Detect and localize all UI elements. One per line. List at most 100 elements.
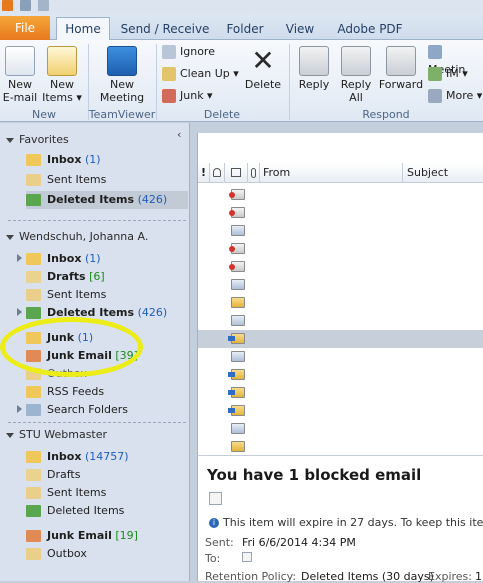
new-items-button[interactable]: New Items ▾ — [40, 46, 84, 104]
folder-sent-items-stu[interactable]: Sent Items — [26, 484, 106, 502]
retention-label: Retention Policy: — [205, 570, 297, 583]
paperclip-icon — [251, 168, 256, 178]
table-row[interactable] — [198, 294, 483, 312]
more-button[interactable]: More ▾ — [428, 87, 482, 105]
table-row[interactable] — [198, 384, 483, 402]
tab-send-receive[interactable]: Send / Receive — [120, 18, 210, 40]
expand-arrow-icon[interactable] — [17, 254, 22, 262]
new-meeting-button[interactable]: New Meeting — [92, 46, 152, 104]
sent-folder-icon — [26, 289, 41, 301]
recycle-folder-icon — [26, 194, 41, 206]
folder-junk-email-stu[interactable]: Junk Email [19] — [26, 527, 138, 545]
folder-outbox-stu[interactable]: Outbox — [26, 545, 87, 563]
tab-view[interactable]: View — [280, 18, 320, 40]
column-reminder[interactable] — [210, 163, 225, 183]
save-icon[interactable] — [20, 0, 31, 11]
favorite-sent-items[interactable]: Sent Items — [26, 171, 106, 189]
group-respond-label: Respond — [362, 108, 410, 121]
to-label: To: — [205, 552, 221, 565]
favorite-inbox[interactable]: Inbox (1) — [26, 151, 101, 169]
column-subject[interactable]: Subject — [403, 163, 483, 183]
table-row[interactable] — [198, 402, 483, 420]
favorite-deleted-items[interactable]: Deleted Items (426) — [26, 191, 188, 209]
tab-home[interactable]: Home — [56, 17, 110, 41]
folder-drafts-stu[interactable]: Drafts — [26, 466, 80, 484]
table-row[interactable] — [198, 204, 483, 222]
column-icon[interactable] — [225, 163, 248, 183]
inbox-folder-icon — [26, 451, 41, 463]
table-row[interactable] — [198, 420, 483, 438]
select-checkbox[interactable] — [209, 492, 222, 505]
meeting-button[interactable]: Meetin — [428, 43, 483, 76]
table-row[interactable] — [198, 312, 483, 330]
new-items-icon — [47, 46, 77, 76]
folder-search-folders[interactable]: Search Folders — [26, 401, 128, 419]
folder-inbox[interactable]: Inbox (1) — [26, 250, 101, 268]
divider — [8, 220, 186, 221]
table-row[interactable] — [198, 348, 483, 366]
unread-count: (1) — [84, 153, 101, 166]
expires-label: Expires: — [428, 570, 472, 583]
undo-icon[interactable] — [38, 0, 49, 11]
tab-file[interactable]: File — [0, 16, 50, 40]
reply-button[interactable]: Reply — [294, 46, 334, 91]
junk-icon — [162, 89, 176, 103]
expires-value: 15 — [475, 570, 483, 583]
ribbon-tabs: File Home Send / Receive Folder View Ado… — [0, 14, 483, 41]
folder-inbox-stu[interactable]: Inbox (14757) — [26, 448, 129, 466]
expand-arrow-icon[interactable] — [17, 308, 22, 316]
im-button[interactable]: IM ▾ — [428, 65, 468, 83]
junk-button[interactable]: Junk ▾ — [162, 87, 213, 105]
column-importance[interactable]: ! — [198, 163, 210, 183]
folder-sent-items[interactable]: Sent Items — [26, 286, 106, 304]
account-name: STU Webmaster — [19, 428, 108, 441]
expand-arrow-icon[interactable] — [17, 405, 22, 413]
table-row[interactable] — [198, 258, 483, 276]
ignore-button[interactable]: Ignore — [162, 43, 215, 61]
new-items-label-2: Items — [42, 91, 73, 104]
table-row[interactable] — [198, 222, 483, 240]
highlight-circle — [0, 317, 143, 377]
outlook-logo-icon — [2, 0, 13, 11]
to-checkbox[interactable] — [242, 552, 252, 562]
table-row[interactable] — [198, 276, 483, 294]
column-attachment[interactable] — [248, 163, 260, 183]
account-header-wendschuh[interactable]: Wendschuh, Johanna A. — [6, 228, 148, 246]
sent-value: Fri 6/6/2014 4:34 PM — [242, 536, 356, 549]
clean-up-button[interactable]: Clean Up ▾ — [162, 65, 239, 83]
rss-folder-icon — [26, 386, 41, 398]
sent-label: Sent: — [205, 536, 234, 549]
reply-icon — [299, 46, 329, 76]
mail-reply-icon — [228, 405, 245, 416]
unread-count: (14757) — [84, 450, 129, 463]
forward-label: Forward — [378, 78, 424, 91]
delete-button[interactable]: ✕ Delete — [242, 46, 284, 92]
info-icon: i — [209, 518, 219, 528]
tab-adobe-pdf[interactable]: Adobe PDF — [330, 18, 410, 40]
recycle-folder-icon — [26, 307, 41, 319]
table-row[interactable] — [198, 438, 483, 456]
table-row[interactable] — [198, 240, 483, 258]
reply-all-button[interactable]: Reply All — [336, 46, 376, 104]
new-email-button[interactable]: New E-mail — [2, 46, 38, 104]
collapse-pane-icon[interactable]: ‹ — [177, 128, 181, 141]
forward-button[interactable]: Forward — [378, 46, 424, 91]
favorites-header[interactable]: Favorites — [6, 131, 69, 149]
folder-rss-feeds[interactable]: RSS Feeds — [26, 383, 104, 401]
account-header-stu-webmaster[interactable]: STU Webmaster — [6, 426, 107, 444]
folder-deleted-items-stu[interactable]: Deleted Items — [26, 502, 124, 520]
expiry-infobar[interactable]: i This item will expire in 27 days. To ke… — [209, 516, 483, 529]
folder-drafts[interactable]: Drafts [6] — [26, 268, 105, 286]
search-folder-icon — [26, 404, 41, 416]
clean-up-icon — [162, 67, 176, 81]
table-row[interactable] — [198, 330, 483, 348]
table-row[interactable] — [198, 366, 483, 384]
folder-label: Sent Items — [47, 288, 107, 301]
group-teamviewer-label: TeamViewer — [88, 108, 156, 121]
inbox-folder-icon — [26, 154, 41, 166]
table-row[interactable] — [198, 186, 483, 204]
column-from[interactable]: From — [260, 163, 403, 183]
tab-folder[interactable]: Folder — [220, 18, 270, 40]
ignore-icon — [162, 45, 176, 59]
folder-label: Sent Items — [47, 486, 107, 499]
